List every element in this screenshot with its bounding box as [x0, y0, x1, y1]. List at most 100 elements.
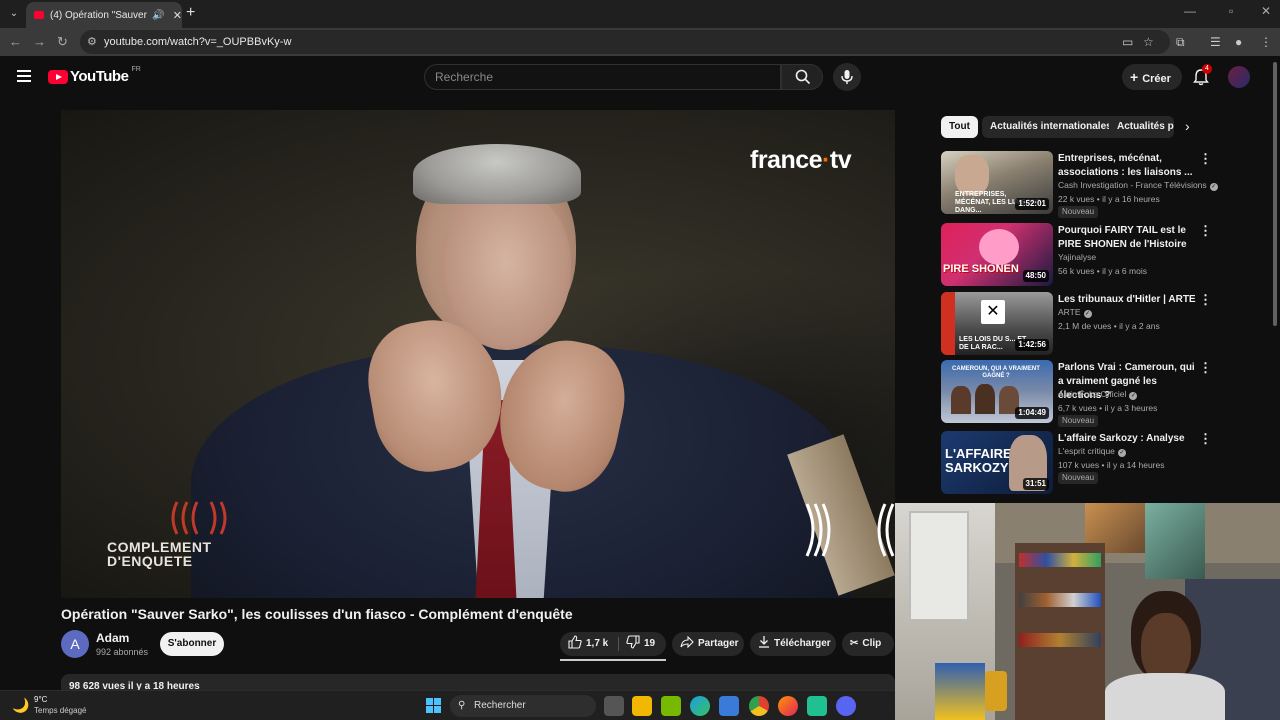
forward-icon[interactable]: → [33, 34, 46, 49]
share-button[interactable]: Partager [672, 632, 744, 656]
reload-icon[interactable]: ↻ [57, 34, 68, 50]
more-options-icon[interactable]: ⋮ [1199, 360, 1212, 376]
bookmark-star-icon[interactable]: ☆ [1143, 35, 1154, 49]
close-window-icon[interactable]: ✕ [1261, 4, 1271, 18]
new-tab-button[interactable]: + [186, 4, 195, 22]
nvidia-icon[interactable] [661, 696, 681, 716]
chrome-icon[interactable] [749, 696, 769, 716]
reading-list-icon[interactable]: ☰ [1210, 35, 1221, 49]
firefox-icon[interactable] [778, 696, 798, 716]
menu-icon[interactable] [17, 70, 31, 82]
url-field[interactable]: ⚙ youtube.com/watch?v=_OUPBBvKy-w [80, 30, 1170, 54]
dislike-button[interactable]: 19 [626, 632, 655, 656]
discord-icon[interactable] [836, 696, 856, 716]
minimize-icon[interactable]: — [1184, 4, 1196, 18]
chip-international-news[interactable]: Actualités internationales [982, 116, 1120, 138]
weather-description[interactable]: Temps dégagé [34, 706, 86, 715]
account-avatar[interactable] [1228, 66, 1250, 88]
channel-text[interactable]: Yajinalyse [1058, 252, 1096, 262]
video-thumbnail[interactable]: ENTREPRISES, MÉCÉNAT, LES LIAISONS DANG.… [941, 151, 1053, 214]
back-icon[interactable]: ← [9, 34, 22, 49]
video-title[interactable]: Pourquoi FAIRY TAIL est le PIRE SHONEN d… [1058, 224, 1198, 252]
recommendation-item[interactable]: L'AFFAIRE SARKOZY 31:51 L'affaire Sarkoz… [941, 431, 1261, 495]
channel-text[interactable]: L'esprit critique [1058, 446, 1115, 456]
scrollbar-thumb[interactable] [1273, 62, 1277, 326]
chevron-right-icon[interactable]: › [1185, 118, 1190, 134]
edge-icon[interactable] [690, 696, 710, 716]
extensions-icon[interactable]: ⧉ [1176, 35, 1185, 50]
view-count: 56 k vues [1058, 266, 1095, 276]
download-button[interactable]: Télécharger [750, 632, 836, 656]
store-icon[interactable] [719, 696, 739, 716]
browser-tab[interactable]: (4) Opération "Sauver Sarko 🔊 ✕ [26, 2, 182, 28]
tab-search-chevron-icon[interactable]: ⌄ [6, 6, 22, 22]
video-duration: 1:04:49 [1015, 407, 1049, 419]
video-thumbnail[interactable]: PIRE SHONEN 48:50 [941, 223, 1053, 286]
more-options-icon[interactable]: ⋮ [1199, 431, 1212, 447]
upload-age: il y a 16 heures [1102, 194, 1160, 204]
share-label: Partager [698, 638, 739, 649]
profile-icon[interactable]: ● [1235, 35, 1242, 49]
clip-label: Clip [862, 638, 882, 649]
youtube-logo[interactable]: YouTube FR [48, 66, 141, 85]
voice-search-button[interactable] [833, 63, 861, 91]
chip-all[interactable]: Tout [941, 116, 978, 138]
microphone-icon [841, 70, 853, 84]
clip-button[interactable]: ✂ Clip [842, 632, 894, 656]
search-button[interactable] [781, 64, 823, 90]
channel-text[interactable]: ARTE [1058, 307, 1081, 317]
recommendation-item[interactable]: ✕ LES LOIS DU S... ET DE LA RAC... 1:42:… [941, 292, 1261, 356]
app-icon[interactable] [807, 696, 827, 716]
recommendation-item[interactable]: ENTREPRISES, MÉCÉNAT, LES LIAISONS DANG.… [941, 151, 1261, 218]
like-button[interactable]: 1,7 k [568, 632, 608, 656]
view-count: 6,7 k vues [1058, 403, 1097, 413]
taskbar-search[interactable]: ⚲ Rechercher [450, 695, 596, 717]
task-view-icon[interactable] [604, 696, 624, 716]
video-thumbnail[interactable]: L'AFFAIRE SARKOZY 31:51 [941, 431, 1053, 494]
notifications-button[interactable]: 4 [1192, 64, 1212, 86]
more-options-icon[interactable]: ⋮ [1199, 292, 1212, 308]
channel-name[interactable]: Adam [96, 631, 129, 645]
close-tab-icon[interactable]: ✕ [173, 9, 182, 22]
thumbnail-caption: L'AFFAIRE SARKOZY [945, 446, 1012, 475]
thumbnail-character [979, 229, 1019, 265]
windows-start-icon[interactable] [426, 698, 441, 713]
video-thumbnail[interactable]: CAMEROUN, QUI A VRAIMENT GAGNÉ ? 1:04:49 [941, 360, 1053, 423]
more-options-icon[interactable]: ⋮ [1199, 151, 1212, 167]
more-options-icon[interactable]: ⋮ [1199, 223, 1212, 239]
create-button[interactable]: + Créer [1122, 64, 1182, 90]
video-thumbnail[interactable]: ✕ LES LOIS DU S... ET DE LA RAC... 1:42:… [941, 292, 1053, 355]
recommendation-item[interactable]: CAMEROUN, QUI A VRAIMENT GAGNÉ ? 1:04:49… [941, 360, 1261, 427]
white-arcs-graphic-icon [805, 503, 895, 557]
thumbnail-emblem: ✕ [981, 300, 1005, 324]
watermark-main: france [750, 146, 823, 174]
thumbnail-caption: PIRE SHONEN [943, 263, 1019, 275]
video-title[interactable]: L'affaire Sarkozy : Analyse [1058, 432, 1198, 446]
site-info-icon[interactable]: ⚙ [87, 30, 97, 54]
video-title[interactable]: Entreprises, mécénat, associations : les… [1058, 152, 1198, 180]
maximize-icon[interactable]: ▫ [1229, 4, 1233, 18]
recommendation-item[interactable]: PIRE SHONEN 48:50 Pourquoi FAIRY TAIL es… [941, 223, 1261, 287]
video-title[interactable]: Les tribunaux d'Hitler | ARTE [1058, 293, 1198, 307]
subscribe-button[interactable]: S'abonner [160, 632, 224, 656]
file-explorer-icon[interactable] [632, 696, 652, 716]
webcam-shelf-row-3 [1019, 633, 1101, 647]
view-count: 107 k vues [1058, 460, 1100, 470]
logo-wordmark: YouTube [70, 68, 129, 85]
cast-icon[interactable]: ▭ [1122, 35, 1133, 49]
video-player[interactable]: france·tv COMPLEMENT D'ENQUETE [61, 110, 895, 598]
moon-weather-icon[interactable]: 🌙 [12, 697, 29, 714]
video-meta: 22 k vues • il y a 16 heures [1058, 194, 1160, 204]
browser-menu-icon[interactable]: ⋮ [1260, 35, 1272, 49]
channel-text[interactable]: Alain Foka Officiel [1058, 389, 1126, 399]
temperature[interactable]: 9°C [34, 695, 47, 704]
chip-political-news[interactable]: Actualités po [1109, 116, 1174, 138]
audio-playing-icon[interactable]: 🔊 [152, 10, 164, 21]
channel-text[interactable]: Cash Investigation - France Télévisions [1058, 180, 1207, 190]
search-input[interactable]: Recherche [424, 64, 781, 90]
upload-age: il y a 2 ans [1119, 321, 1160, 331]
channel-avatar[interactable]: A [61, 630, 89, 658]
channel-subscribers: 992 abonnés [96, 647, 149, 657]
view-count: 2,1 M de vues [1058, 321, 1112, 331]
new-badge: Nouveau [1058, 472, 1099, 484]
